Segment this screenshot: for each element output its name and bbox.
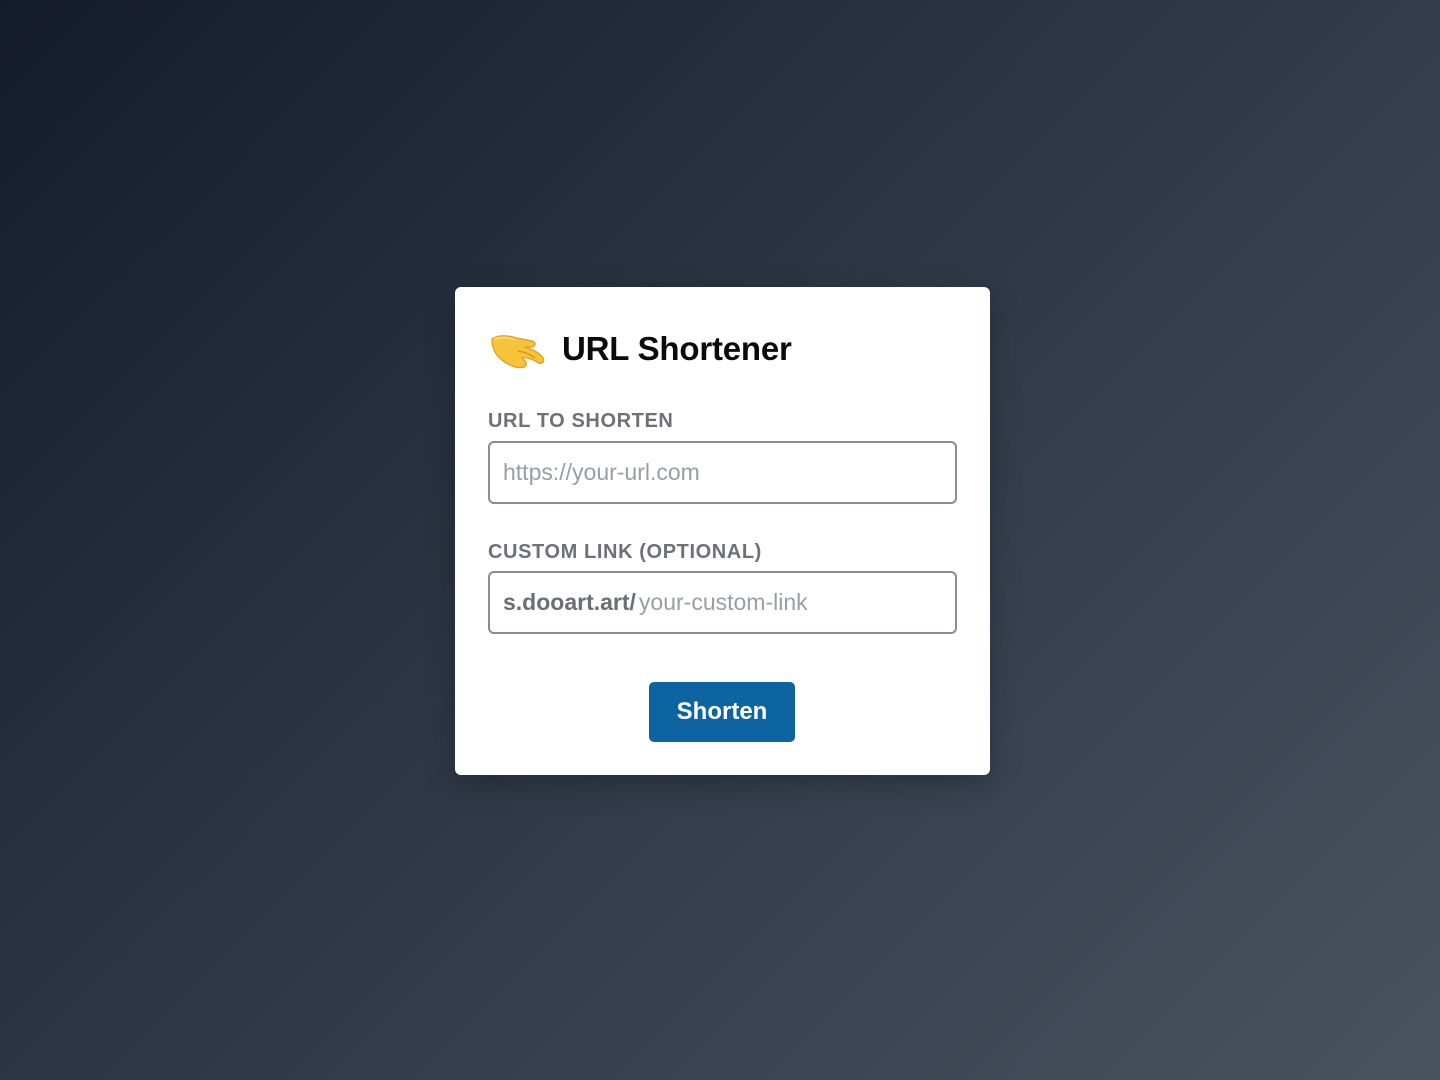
custom-link-field-label: CUSTOM LINK (OPTIONAL) [488,541,762,563]
url-input[interactable] [503,459,955,486]
custom-link-prefix: s.dooart.art/ [503,589,636,615]
url-field-container [488,441,957,504]
card-header: URL Shortener [488,325,792,373]
shortener-card: URL Shortener URL TO SHORTEN CUSTOM LINK… [455,287,990,775]
pinching-hand-icon [488,325,546,373]
custom-link-input[interactable] [638,589,955,616]
page-title: URL Shortener [562,330,792,367]
shorten-button[interactable]: Shorten [649,682,795,742]
url-field-label: URL TO SHORTEN [488,410,674,432]
custom-link-field-container: s.dooart.art/ [488,571,957,634]
